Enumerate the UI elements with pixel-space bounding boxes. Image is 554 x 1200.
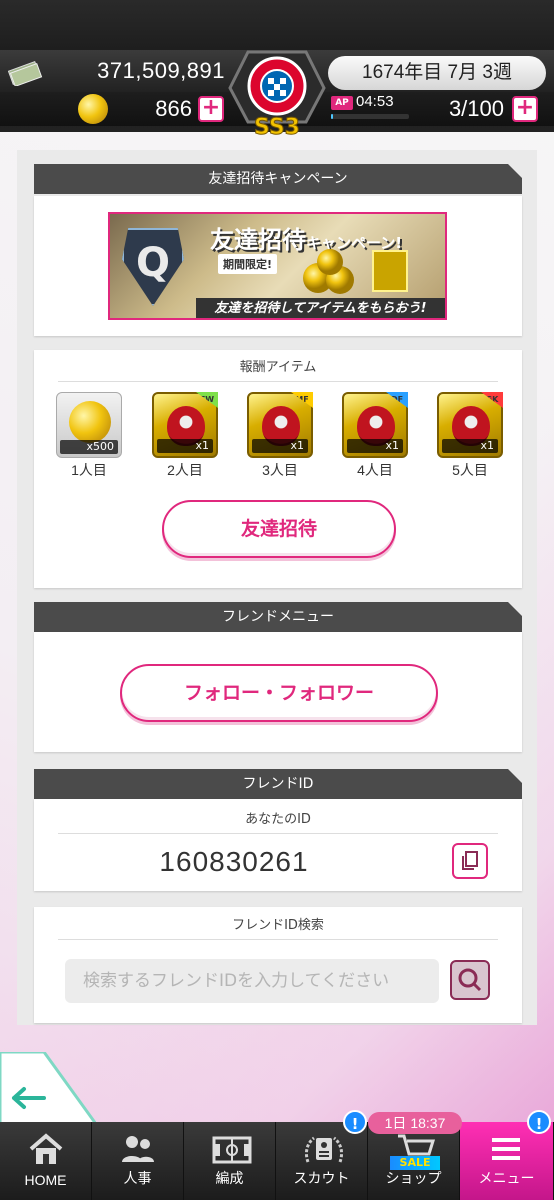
gold-ball-icon: x500 [56, 392, 122, 458]
reward-qty: x1 [157, 439, 213, 453]
position-tag: MF [291, 392, 313, 408]
reward-item[interactable]: MF x1 3人目 [247, 392, 313, 480]
scout-icon [304, 1136, 344, 1163]
nav-home[interactable]: HOME [0, 1122, 92, 1200]
ap-count: 3/100 [448, 96, 504, 121]
club-emblem-icon: SS3 [228, 50, 326, 138]
position-tag: FW [196, 392, 218, 408]
search-button[interactable] [450, 960, 490, 1000]
invite-campaign-banner[interactable]: Q 友達招待キャンペーン! 期間限定! 友達を招待してアイテムをもらおう! [108, 212, 447, 320]
friend-search-title: フレンドID検索 [58, 914, 498, 940]
nav-label: 編成 [215, 1170, 244, 1186]
player-card-icon: MF x1 [247, 392, 313, 458]
invite-friend-button[interactable]: 友達招待 [162, 500, 396, 558]
player-card-icon: FW x1 [152, 392, 218, 458]
friend-id-search-input[interactable] [65, 959, 439, 1003]
copy-icon [462, 851, 478, 870]
section-title-friend-menu: フレンドメニュー [34, 602, 522, 632]
ap-progress-fill [331, 114, 334, 119]
add-ap-button[interactable]: + [512, 96, 538, 122]
sale-timer: 1日 18:37 [368, 1112, 462, 1134]
follow-follower-button[interactable]: フォロー・フォロワー [120, 664, 438, 722]
section-title-friend-id: フレンドID [34, 769, 522, 799]
coin-amount: 866 [155, 96, 192, 121]
reward-label: 3人目 [262, 462, 298, 478]
nav-menu[interactable]: メニュー ! [460, 1110, 554, 1200]
reward-label: 4人目 [357, 462, 393, 478]
anniversary-q-icon: Q [122, 228, 184, 306]
bottom-nav: HOME 人事 編成 スカウト ! SALE ショップ メニュー ! [0, 1110, 554, 1200]
nav-label: ショップ [385, 1170, 442, 1186]
reward-item[interactable]: GK x1 5人目 [437, 392, 503, 480]
field-icon [212, 1136, 252, 1164]
ap-progress-bar [331, 114, 409, 119]
reward-qty: x1 [347, 439, 403, 453]
nav-label: スカウト [293, 1170, 350, 1186]
nav-label: 人事 [123, 1170, 152, 1186]
search-icon [458, 968, 482, 992]
nav-label: HOME [24, 1172, 67, 1188]
nav-label: メニュー [478, 1170, 535, 1186]
player-card-icon: GK x1 [437, 392, 503, 458]
gold-ball-icon [78, 94, 108, 124]
position-tag: GK [481, 392, 503, 408]
reward-qty: x1 [252, 439, 308, 453]
your-id-label: あなたのID [58, 808, 498, 834]
scout-notification-badge: ! [343, 1110, 367, 1134]
your-id-value: 160830261 [159, 846, 309, 877]
player-card-icon: DF x1 [342, 392, 408, 458]
money-amount: 371,509,891 [97, 58, 225, 83]
reward-qty: x500 [60, 440, 118, 454]
ap-timer: 04:53 [356, 93, 394, 110]
game-date: 1674年目 7月 3週 [328, 56, 546, 90]
add-coins-button[interactable]: + [198, 96, 224, 122]
ap-label: AP [331, 96, 353, 110]
home-icon [29, 1133, 63, 1164]
nav-personnel[interactable]: 人事 [92, 1122, 184, 1200]
copy-id-button[interactable] [452, 843, 488, 879]
money-icon [8, 60, 43, 86]
nav-formation[interactable]: 編成 [184, 1122, 276, 1200]
rank-badge: SS3 [254, 115, 300, 138]
gold-ball-icon [69, 401, 111, 443]
banner-title-main: 友達招待 [210, 226, 306, 254]
position-tag: DF [386, 392, 408, 408]
section-title-invite: 友達招待キャンペーン [34, 164, 522, 194]
reward-label: 2人目 [167, 462, 203, 478]
reward-item[interactable]: DF x1 4人目 [342, 392, 408, 480]
gold-balls-icon [303, 249, 354, 294]
reward-item[interactable]: x500 1人目 [56, 392, 122, 480]
people-icon [122, 1136, 154, 1162]
rewards-title: 報酬アイテム [58, 356, 498, 382]
back-button[interactable] [0, 1052, 96, 1124]
menu-notification-badge: ! [527, 1110, 551, 1134]
reward-item[interactable]: FW x1 2人目 [152, 392, 218, 480]
reward-label: 5人目 [452, 462, 488, 478]
banner-slogan: 友達を招待してアイテムをもらおう! [196, 298, 445, 318]
reward-qty: x1 [442, 439, 498, 453]
menu-icon [492, 1138, 520, 1160]
reward-label: 1人目 [71, 462, 107, 478]
player-card-icon [372, 250, 408, 292]
banner-limited: 期間限定! [218, 254, 278, 274]
nav-scout[interactable]: スカウト ! [276, 1110, 368, 1200]
